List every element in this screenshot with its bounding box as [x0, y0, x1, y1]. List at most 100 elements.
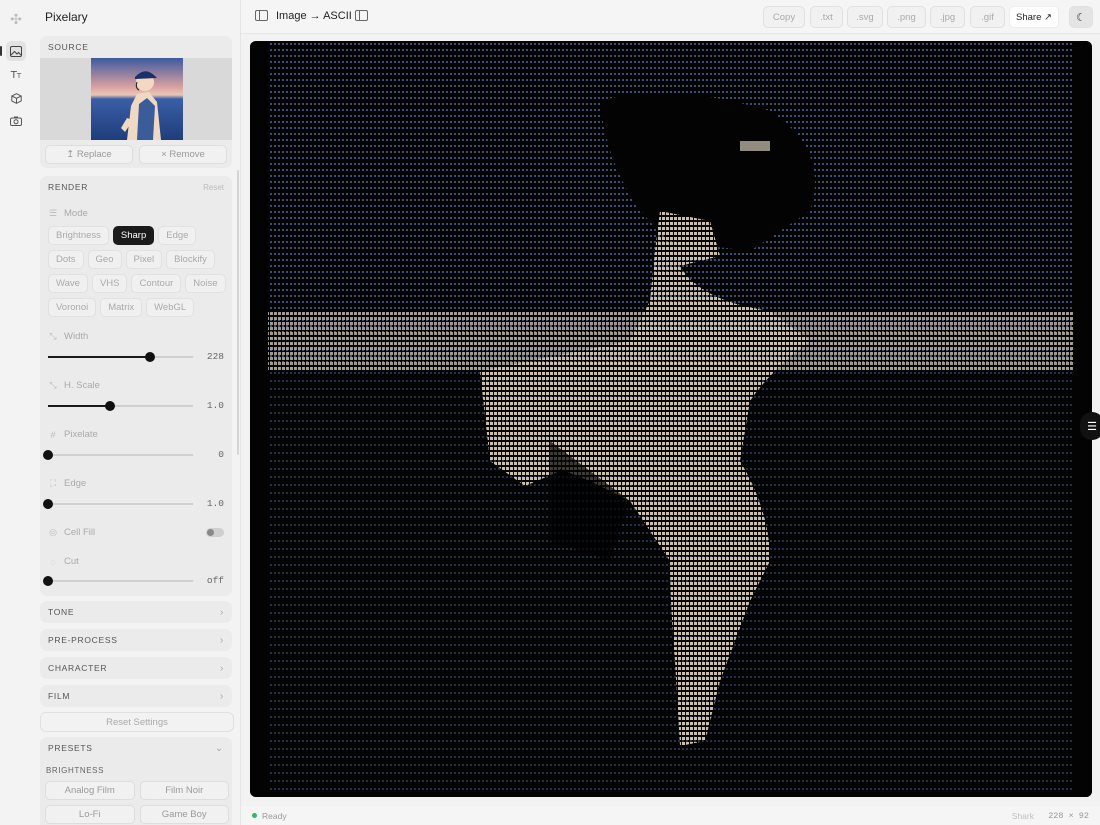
paint-icon: ◎	[49, 527, 57, 537]
status-ready: Ready	[262, 811, 287, 821]
mode-blockify[interactable]: Blockify	[166, 250, 215, 269]
theme-toggle-button[interactable]: ☾	[1069, 6, 1093, 28]
copy-button[interactable]: Copy	[763, 6, 805, 28]
camera-icon[interactable]	[6, 111, 26, 131]
edge-value: 1.0	[206, 498, 224, 509]
cut-slider[interactable]	[43, 576, 193, 586]
hscale-slider[interactable]	[48, 401, 193, 411]
remove-button[interactable]: × Remove	[139, 145, 227, 164]
render-reset-link[interactable]: Reset	[203, 183, 224, 192]
chevron-right-icon: ›	[219, 634, 224, 646]
mode-sharp[interactable]: Sharp	[112, 226, 155, 245]
mode-contour[interactable]: Contour	[131, 274, 182, 293]
width-slider[interactable]	[48, 352, 193, 362]
mode-brightness[interactable]: Brightness	[48, 226, 109, 245]
chevron-right-icon: ›	[219, 606, 224, 618]
status-label: Shark	[1011, 811, 1034, 821]
export-gif-button[interactable]: .gif	[970, 6, 1005, 28]
chevron-right-icon: ›	[219, 690, 224, 702]
pixelate-value: 0	[218, 449, 224, 460]
text-icon[interactable]: TT	[6, 65, 26, 85]
mode-voronoi[interactable]: Voronoi	[48, 298, 97, 317]
film-section[interactable]: FILM ›	[40, 685, 232, 707]
output-dimensions: 228 × 92	[1048, 811, 1089, 821]
export-png-button[interactable]: .png	[887, 6, 926, 28]
pixelate-slider[interactable]	[43, 450, 193, 460]
ascii-output-canvas[interactable]	[250, 41, 1092, 797]
preset-analog-film[interactable]: Analog Film	[45, 781, 135, 800]
tone-section[interactable]: TONE ›	[40, 601, 232, 623]
preset-film-noir[interactable]: Film Noir	[139, 781, 229, 800]
preset-game-boy[interactable]: Game Boy	[139, 805, 229, 824]
app-title: Pixelary	[45, 10, 88, 24]
frame-icon: ⛶	[49, 478, 57, 488]
preset-lo-fi[interactable]: Lo-Fi	[45, 805, 135, 824]
hscale-slider-knob[interactable]	[105, 401, 116, 411]
export-txt-button[interactable]: .txt	[810, 6, 843, 28]
width-value: 228	[206, 351, 224, 362]
reset-settings-button[interactable]: Reset Settings	[40, 712, 234, 732]
source-thumbnail	[91, 58, 183, 140]
edge-slider[interactable]	[43, 499, 193, 509]
mode-vhs[interactable]: VHS	[91, 274, 128, 293]
cube-icon[interactable]	[6, 88, 26, 108]
mode-dots[interactable]: Dots	[48, 250, 84, 269]
preprocess-heading: PRE-PROCESS	[48, 635, 118, 645]
cell-fill-toggle[interactable]	[206, 528, 224, 537]
replace-button[interactable]: ↥ Replace	[45, 145, 133, 164]
presets-section: PRESETS ⌄ BRIGHTNESS Analog Film Film No…	[40, 737, 232, 825]
film-heading: FILM	[48, 691, 71, 701]
status-bar: Ready Shark 228 × 92	[241, 806, 1100, 825]
mode-geo[interactable]: Geo	[87, 250, 122, 269]
mode-matrix[interactable]: Matrix	[100, 298, 143, 317]
export-jpg-button[interactable]: .jpg	[930, 6, 965, 28]
pixelate-label: # Pixelate	[48, 429, 97, 440]
mode-webgl[interactable]: WebGL	[146, 298, 195, 317]
mode-selector: Brightness Sharp Edge Dots Geo Pixel Blo…	[48, 226, 232, 322]
character-heading: CHARACTER	[48, 663, 108, 673]
render-section: RENDER Reset ☰ Mode Brightness Sharp Edg…	[40, 176, 232, 596]
top-toolbar: Image → ASCII Copy .txt .svg .png .jpg .…	[241, 0, 1100, 34]
icon-rail: ✣ TT	[0, 0, 33, 825]
hscale-value: 1.0	[206, 400, 224, 411]
export-svg-button[interactable]: .svg	[847, 6, 883, 28]
mode-pixel[interactable]: Pixel	[125, 250, 163, 269]
edge-slider-knob[interactable]	[43, 499, 53, 509]
width-slider-knob[interactable]	[144, 352, 155, 362]
source-preview	[40, 58, 232, 140]
hscale-label: ⤡ H. Scale	[49, 380, 100, 391]
toggle-panel-icon[interactable]	[355, 10, 368, 21]
render-heading: RENDER Reset	[48, 182, 224, 192]
preprocess-section[interactable]: PRE-PROCESS ›	[40, 629, 232, 651]
settings-sidebar: Pixelary SOURCE ↥ Replace × Remove RENDE…	[32, 0, 241, 825]
sliders-handle-icon[interactable]: ☰	[1080, 412, 1100, 440]
tone-heading: TONE	[48, 607, 75, 617]
presets-heading[interactable]: PRESETS ⌄	[40, 737, 232, 759]
moon-icon: ☾	[1076, 11, 1086, 24]
cut-slider-knob[interactable]	[43, 576, 53, 586]
edge-label: ⛶ Edge	[49, 478, 87, 489]
toggle-sidebar-icon[interactable]	[255, 10, 268, 21]
chevron-right-icon: ›	[219, 662, 224, 674]
sliders-icon: ☰	[48, 208, 58, 218]
grid-icon: #	[50, 429, 56, 440]
expand-icon: ⤡	[49, 331, 57, 341]
character-section[interactable]: CHARACTER ›	[40, 657, 232, 679]
source-section: SOURCE ↥ Replace × Remove	[40, 36, 232, 168]
app-logo-icon: ✣	[10, 11, 22, 27]
width-label: ⤡ Width	[49, 331, 89, 342]
cut-label: ◌ Cut	[48, 556, 78, 567]
preset-group-label: BRIGHTNESS	[46, 766, 105, 775]
drop-icon: ◌	[50, 556, 56, 567]
mode-label: ☰ Mode	[48, 208, 88, 219]
cut-value: off	[206, 575, 224, 586]
pixelate-slider-knob[interactable]	[43, 450, 53, 460]
status-dot	[252, 813, 257, 818]
image-icon[interactable]	[0, 41, 26, 61]
share-button[interactable]: Share ↗	[1009, 6, 1059, 28]
mode-noise[interactable]: Noise	[185, 274, 226, 293]
mode-wave[interactable]: Wave	[48, 274, 88, 293]
mode-edge[interactable]: Edge	[158, 226, 197, 245]
ascii-render	[250, 41, 1092, 797]
sidebar-scrollbar[interactable]	[237, 170, 239, 455]
